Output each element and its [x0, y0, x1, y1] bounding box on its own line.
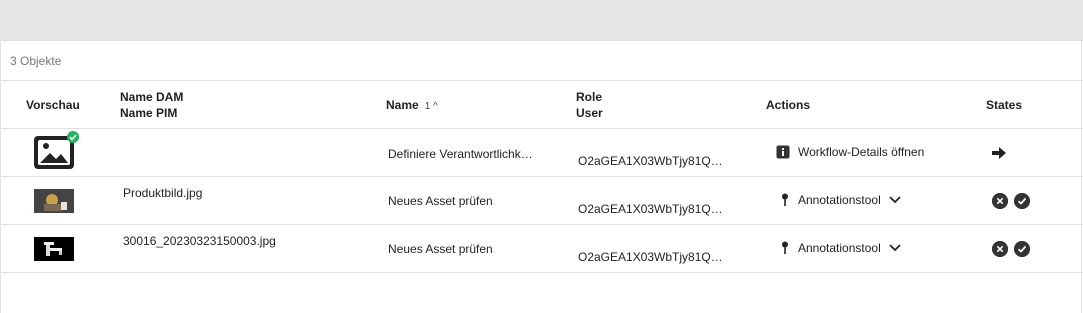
chevron-down-icon — [889, 244, 901, 252]
faucet-image-thumbnail — [34, 237, 74, 261]
divider — [0, 272, 1083, 273]
annotation-tool-dropdown[interactable]: Annotationstool — [780, 193, 901, 207]
reject-button[interactable] — [992, 193, 1008, 209]
action-label: Annotationstool — [798, 241, 881, 255]
divider — [0, 128, 1083, 129]
column-header-name-label: Name — [386, 98, 419, 112]
product-image-thumbnail — [34, 189, 74, 213]
arrow-right-icon — [992, 147, 1006, 159]
row-task-name: Definiere Verantwortlichk… — [388, 147, 533, 161]
approve-icon — [1014, 193, 1030, 209]
row-task-name: Neues Asset prüfen — [388, 242, 493, 256]
row-name-dam: Produktbild.jpg — [123, 186, 203, 200]
column-header-role[interactable]: Role — [576, 89, 602, 105]
check-badge-icon — [67, 131, 79, 143]
divider — [0, 224, 1083, 225]
row-user: O2aGEA1X03WbTjy81Q… — [578, 154, 723, 168]
toolbar — [0, 0, 1083, 41]
action-label: Workflow-Details öffnen — [798, 145, 925, 159]
preview-thumbnail[interactable] — [34, 189, 74, 213]
annotation-tool-dropdown[interactable]: Annotationstool — [780, 241, 901, 255]
row-user: O2aGEA1X03WbTjy81Q… — [578, 202, 723, 216]
reject-icon — [992, 241, 1008, 257]
pin-icon — [782, 193, 788, 206]
preview-thumbnail[interactable] — [34, 237, 74, 261]
info-icon — [776, 145, 790, 159]
reject-icon — [992, 193, 1008, 209]
preview-thumbnail[interactable] — [33, 131, 81, 171]
approve-button[interactable] — [1014, 241, 1030, 257]
column-header-actions[interactable]: Actions — [766, 97, 810, 113]
column-header-name-pim[interactable]: Name PIM — [120, 105, 177, 121]
forward-button[interactable] — [991, 145, 1007, 161]
row-name-dam: 30016_20230323150003.jpg — [123, 234, 276, 248]
column-header-name[interactable]: Name 1 ^ — [386, 97, 438, 115]
divider — [0, 176, 1083, 177]
column-header-states[interactable]: States — [986, 97, 1022, 113]
column-header-user[interactable]: User — [576, 105, 603, 121]
sort-indicator: 1 ^ — [424, 101, 438, 112]
object-count: 3 Objekte — [10, 54, 62, 68]
pin-icon — [782, 241, 788, 254]
column-header-preview[interactable]: Vorschau — [26, 97, 80, 113]
divider — [0, 80, 1083, 81]
row-user: O2aGEA1X03WbTjy81Q… — [578, 250, 723, 264]
reject-button[interactable] — [992, 241, 1008, 257]
column-header-name-dam[interactable]: Name DAM — [120, 89, 183, 105]
approve-icon — [1014, 241, 1030, 257]
approve-button[interactable] — [1014, 193, 1030, 209]
chevron-down-icon — [889, 196, 901, 204]
action-label: Annotationstool — [798, 193, 881, 207]
workflow-details-button[interactable]: Workflow-Details öffnen — [776, 145, 924, 159]
row-task-name: Neues Asset prüfen — [388, 194, 493, 208]
